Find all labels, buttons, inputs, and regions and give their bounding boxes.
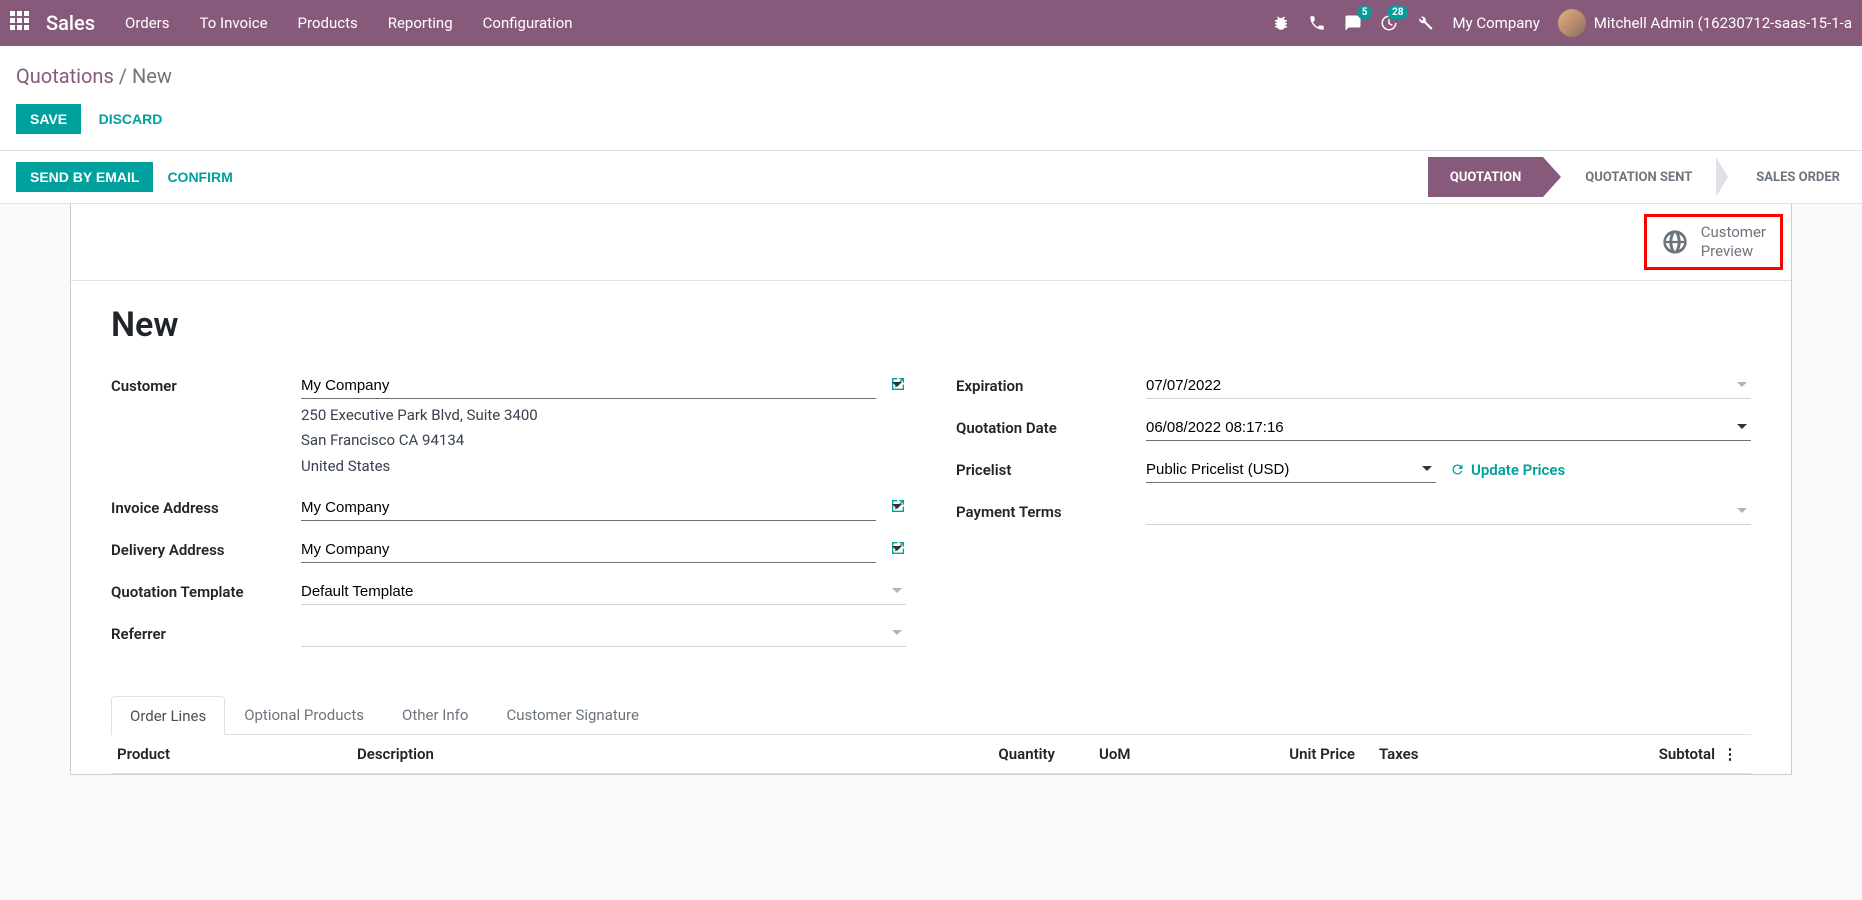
label-expiration: Expiration: [956, 373, 1146, 395]
form-tabs: Order Lines Optional Products Other Info…: [111, 695, 1751, 735]
step-sep-icon: [1716, 157, 1728, 197]
label-delivery-address: Delivery Address: [111, 537, 301, 559]
customer-input[interactable]: [301, 373, 876, 399]
label-quotation-date: Quotation Date: [956, 415, 1146, 437]
th-taxes: Taxes: [1355, 745, 1575, 763]
payment-terms-input[interactable]: [1146, 499, 1751, 525]
send-email-button[interactable]: SEND BY EMAIL: [16, 162, 153, 192]
user-name: Mitchell Admin (16230712-saas-15-1-a: [1594, 14, 1852, 32]
messages-badge: 5: [1357, 6, 1373, 19]
action-buttons: SAVE DISCARD: [0, 98, 1862, 150]
tab-order-lines[interactable]: Order Lines: [111, 696, 225, 735]
label-invoice-address: Invoice Address: [111, 495, 301, 517]
th-description: Description: [357, 745, 935, 763]
update-prices-link[interactable]: Update Prices: [1450, 461, 1565, 479]
external-link-icon[interactable]: [890, 540, 906, 560]
quotation-date-input[interactable]: [1146, 415, 1751, 441]
label-quotation-template: Quotation Template: [111, 579, 301, 601]
save-button[interactable]: SAVE: [16, 104, 81, 134]
table-options-icon[interactable]: ⋮: [1715, 745, 1745, 763]
preview-line2: Preview: [1701, 242, 1766, 261]
user-menu[interactable]: Mitchell Admin (16230712-saas-15-1-a: [1558, 9, 1852, 37]
nav-menu: Orders To Invoice Products Reporting Con…: [125, 14, 1272, 32]
form-sheet: Customer Preview New Customer: [70, 204, 1792, 775]
messages-icon[interactable]: 5: [1344, 14, 1362, 32]
quotation-template-input[interactable]: [301, 579, 906, 605]
external-link-icon[interactable]: [890, 498, 906, 518]
th-subtotal: Subtotal: [1575, 745, 1715, 763]
breadcrumb-sep: /: [119, 64, 127, 88]
order-lines-table-head: Product Description Quantity UoM Unit Pr…: [111, 735, 1751, 774]
form-left-col: Customer 250 Executive Park Blvd, Suite …: [111, 373, 906, 664]
phone-icon[interactable]: [1308, 14, 1326, 32]
breadcrumb: Quotations / New: [16, 64, 1846, 88]
label-pricelist: Pricelist: [956, 457, 1146, 479]
nav-products[interactable]: Products: [298, 14, 358, 32]
breadcrumb-root[interactable]: Quotations: [16, 64, 114, 88]
breadcrumb-current: New: [132, 64, 172, 88]
breadcrumb-row: Quotations / New: [0, 46, 1862, 98]
confirm-button[interactable]: CONFIRM: [153, 162, 246, 192]
step-quotation[interactable]: QUOTATION: [1428, 157, 1543, 197]
top-navbar: Sales Orders To Invoice Products Reporti…: [0, 0, 1862, 46]
step-sales-order[interactable]: SALES ORDER: [1734, 157, 1862, 197]
label-referrer: Referrer: [111, 621, 301, 643]
bug-icon[interactable]: [1272, 14, 1290, 32]
nav-configuration[interactable]: Configuration: [483, 14, 573, 32]
th-uom: UoM: [1055, 745, 1215, 763]
label-payment-terms: Payment Terms: [956, 499, 1146, 521]
refresh-icon: [1450, 462, 1465, 477]
customer-address: 250 Executive Park Blvd, Suite 3400 San …: [301, 403, 906, 480]
company-selector[interactable]: My Company: [1452, 14, 1539, 32]
th-unit-price: Unit Price: [1215, 745, 1355, 763]
nav-orders[interactable]: Orders: [125, 14, 170, 32]
step-quotation-sent[interactable]: QUOTATION SENT: [1563, 157, 1714, 197]
label-customer: Customer: [111, 373, 301, 395]
pricelist-input[interactable]: [1146, 457, 1436, 483]
invoice-address-input[interactable]: [301, 495, 876, 521]
tab-customer-signature[interactable]: Customer Signature: [487, 695, 658, 734]
globe-icon: [1661, 228, 1689, 256]
th-product: Product: [117, 745, 357, 763]
discard-button[interactable]: DISCARD: [85, 104, 177, 134]
delivery-address-input[interactable]: [301, 537, 876, 563]
apps-icon[interactable]: [10, 11, 34, 35]
avatar: [1558, 9, 1586, 37]
nav-right: 5 28 My Company Mitchell Admin (16230712…: [1272, 9, 1852, 37]
activities-badge: 28: [1387, 6, 1408, 19]
customer-preview-button[interactable]: Customer Preview: [1644, 214, 1783, 270]
app-brand[interactable]: Sales: [46, 11, 95, 35]
status-steps: QUOTATION QUOTATION SENT SALES ORDER: [1428, 157, 1862, 197]
preview-line1: Customer: [1701, 223, 1766, 242]
tools-icon[interactable]: [1416, 14, 1434, 32]
activities-icon[interactable]: 28: [1380, 14, 1398, 32]
status-bar: SEND BY EMAIL CONFIRM QUOTATION QUOTATIO…: [0, 150, 1862, 204]
external-link-icon[interactable]: [890, 376, 906, 396]
page-title: New: [111, 305, 1751, 345]
nav-to-invoice[interactable]: To Invoice: [200, 14, 268, 32]
expiration-input[interactable]: [1146, 373, 1751, 399]
tab-optional-products[interactable]: Optional Products: [225, 695, 383, 734]
referrer-input[interactable]: [301, 621, 906, 647]
nav-reporting[interactable]: Reporting: [388, 14, 453, 32]
tab-other-info[interactable]: Other Info: [383, 695, 487, 734]
th-quantity: Quantity: [935, 745, 1055, 763]
form-right-col: Expiration Quotation Date: [956, 373, 1751, 664]
